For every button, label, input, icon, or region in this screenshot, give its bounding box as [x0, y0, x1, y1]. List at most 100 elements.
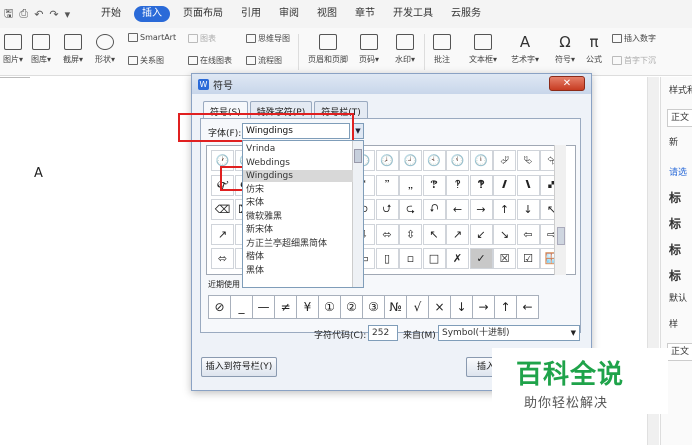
recent-symbol[interactable]: ↓ [450, 295, 473, 319]
styles-panel-item[interactable]: 标 [669, 241, 681, 258]
header-footer-button[interactable]: 页眉和页脚 [306, 30, 350, 65]
redo-icon[interactable]: ↷ [49, 8, 58, 21]
recent-symbol[interactable]: × [428, 295, 451, 319]
font-option[interactable]: Webdings [243, 157, 353, 169]
styles-panel-item[interactable]: 请选 [669, 165, 687, 178]
symbol-cell[interactable]: ↙ [469, 223, 493, 245]
font-option[interactable]: 新宋体 [243, 224, 353, 236]
menu-item[interactable]: 插入 [134, 6, 170, 22]
font-option[interactable]: 楷体 [243, 251, 353, 263]
wordart-button[interactable]: A 艺术字▾ [508, 30, 542, 65]
symbol-button[interactable]: Ω 符号▾ [552, 30, 578, 65]
font-option[interactable]: Vrinda [243, 143, 353, 155]
styles-panel-item[interactable]: 正文 [667, 109, 692, 127]
insert-number-button[interactable]: 插入数字 [612, 33, 656, 44]
font-option[interactable]: 微软雅黑 [243, 211, 353, 223]
symbol-cell[interactable]: ⮏ [422, 199, 446, 220]
screenshot-button[interactable]: 截屏▾ [62, 30, 84, 65]
menu-item[interactable]: 审阅 [270, 0, 308, 28]
symbol-cell[interactable]: ⮰ [493, 150, 516, 171]
symbol-cell[interactable]: 🕗 [375, 150, 399, 171]
symbol-cell[interactable]: ↗ [211, 223, 234, 245]
menu-item[interactable]: 页面布局 [174, 0, 232, 28]
recent-symbol[interactable]: ≠ [274, 295, 297, 319]
shape-button[interactable]: 形状▾ [94, 30, 116, 65]
recent-symbol[interactable]: ① [318, 295, 341, 319]
document-page[interactable] [0, 77, 200, 445]
font-option[interactable]: 宋体 [243, 197, 353, 209]
symbol-cell[interactable]: 🕙 [422, 150, 446, 171]
recent-symbol[interactable]: → [472, 295, 495, 319]
menu-item[interactable]: 引用 [232, 0, 270, 28]
styles-panel-item[interactable]: 正文 [667, 343, 692, 361]
symbol-cell[interactable]: ▯ [375, 248, 399, 269]
font-option[interactable]: 仿宋 [243, 184, 353, 196]
print-icon[interactable]: ⎙ [19, 7, 28, 21]
smartart-button[interactable]: SmartArt [128, 33, 176, 42]
styles-panel-item[interactable]: 标 [669, 215, 681, 232]
flowchart-button[interactable]: 流程图 [246, 55, 282, 66]
from-select[interactable]: Symbol(十进制) ▼ [438, 325, 580, 341]
gallery-button[interactable]: 图库▾ [30, 30, 52, 65]
styles-panel-item[interactable]: 样 [669, 317, 678, 330]
symbol-grid-scrollbar[interactable] [554, 145, 566, 275]
code-input[interactable]: 252 [368, 325, 398, 341]
dropdown-icon[interactable]: ▾ [65, 8, 71, 21]
recent-symbol[interactable]: ¥ [296, 295, 319, 319]
symbol-cell[interactable]: ↑ [493, 199, 516, 220]
mindmap-button[interactable]: 思维导图 [246, 33, 290, 44]
symbol-cell[interactable]: 🕘 [399, 150, 422, 171]
menu-item[interactable]: 云服务 [442, 0, 490, 28]
symbol-cell[interactable]: 🙸 [399, 174, 422, 196]
recent-symbol[interactable]: ↑ [494, 295, 517, 319]
recent-symbol[interactable]: № [384, 295, 407, 319]
online-chart-button[interactable]: 在线图表 [188, 55, 232, 66]
symbol-cell[interactable]: 🙼 [493, 174, 516, 196]
watermark-button[interactable]: 水印▾ [392, 30, 418, 65]
symbol-cell[interactable]: ⮍ [375, 199, 399, 220]
styles-panel-item[interactable]: 样式和 [669, 83, 692, 96]
symbol-cell[interactable]: ⌫ [211, 199, 234, 220]
symbol-cell[interactable]: ⇳ [399, 223, 422, 245]
font-list-scrollbar[interactable] [352, 141, 363, 287]
recent-symbol[interactable]: √ [406, 295, 429, 319]
document-text[interactable]: A [34, 166, 43, 181]
font-option[interactable]: Wingdings [243, 170, 353, 182]
undo-icon[interactable]: ↶ [34, 8, 43, 21]
font-option[interactable]: 黑体 [243, 265, 353, 277]
close-button[interactable]: ✕ [549, 76, 585, 91]
symbol-cell[interactable]: ✓ [469, 248, 493, 269]
symbol-cell[interactable]: ↘ [493, 223, 516, 245]
symbol-cell[interactable]: 🕚 [446, 150, 469, 171]
styles-panel-item[interactable]: 标 [669, 189, 681, 206]
chart-button[interactable]: 图表 [188, 33, 216, 44]
symbol-cell[interactable]: ☑ [516, 248, 540, 269]
first-drop-button[interactable]: 首字下沉 [612, 55, 656, 66]
formula-button[interactable]: π 公式 [582, 30, 606, 65]
recent-symbol[interactable]: ③ [362, 295, 385, 319]
menu-item[interactable]: 视图 [308, 0, 346, 28]
recent-symbol[interactable]: _ [230, 295, 253, 319]
symbol-cell[interactable]: ⮱ [516, 150, 540, 171]
symbol-cell[interactable]: ↗ [446, 223, 469, 245]
font-option[interactable]: 方正兰亭超细黑简体 [243, 238, 353, 250]
symbol-cell[interactable]: ⬄ [211, 248, 234, 269]
symbol-cell[interactable]: ⇦ [516, 223, 540, 245]
symbol-cell[interactable]: ↖ [422, 223, 446, 245]
recent-symbol[interactable]: ⊘ [208, 295, 231, 319]
symbol-cell[interactable]: 🙻 [469, 174, 493, 196]
styles-panel-item[interactable]: 新 [669, 135, 678, 148]
scroll-thumb[interactable] [557, 227, 565, 245]
symbol-cell[interactable]: 🙹 [422, 174, 446, 196]
textbox-button[interactable]: 文本框▾ [466, 30, 500, 65]
symbol-cell[interactable]: ☒ [493, 248, 516, 269]
symbol-cell[interactable]: 🙺 [446, 174, 469, 196]
styles-panel-item[interactable]: 默认 [669, 291, 687, 304]
symbol-cell[interactable]: ✗ [446, 248, 469, 269]
menu-item[interactable]: 开始 [92, 0, 130, 28]
symbol-cell[interactable]: □ [422, 248, 446, 269]
picture-button[interactable]: 图片▾ [2, 30, 24, 65]
symbol-cell[interactable]: 🙽 [516, 174, 540, 196]
symbol-cell[interactable]: ⮎ [399, 199, 422, 220]
comment-button[interactable]: 批注 [430, 30, 454, 65]
